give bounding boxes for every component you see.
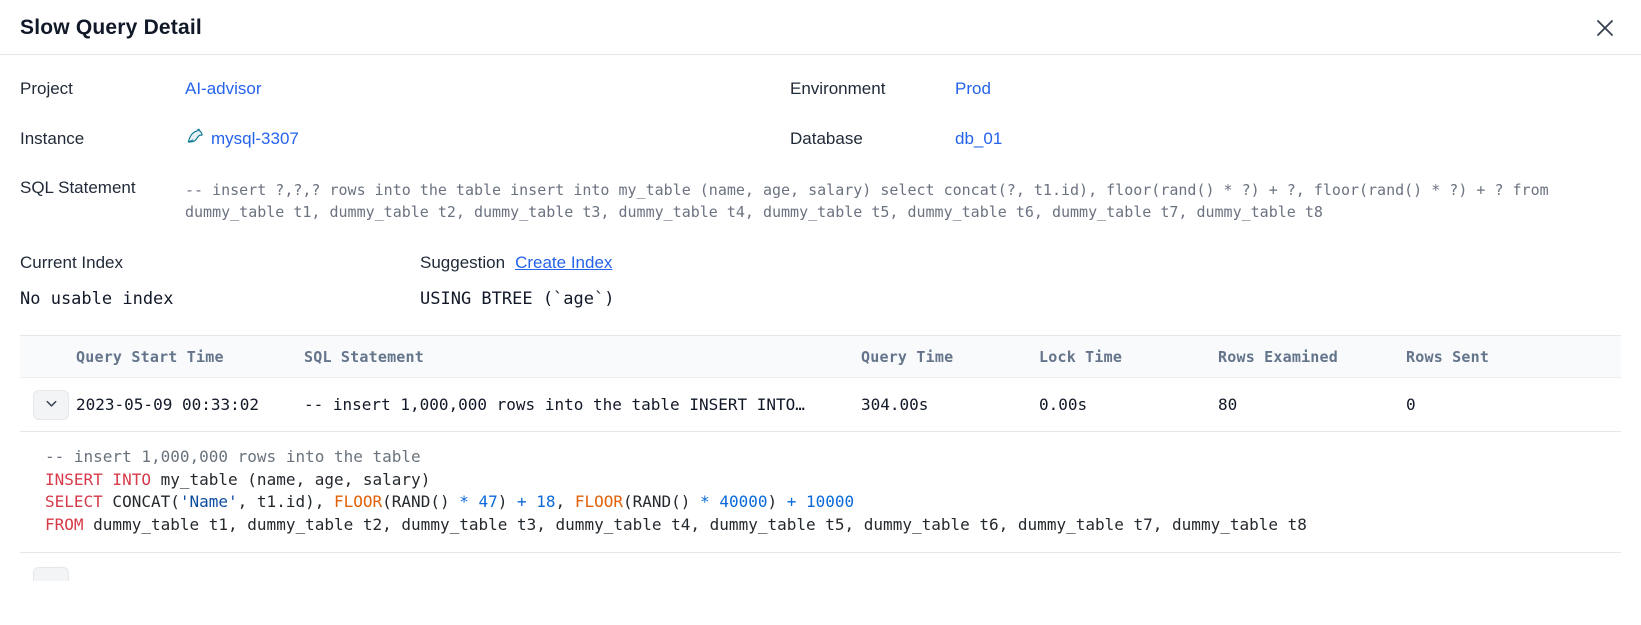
index-section: Current Index Suggestion Create Index No… — [0, 223, 1641, 309]
database-link[interactable]: db_01 — [955, 129, 1621, 149]
modal-header: Slow Query Detail — [0, 0, 1641, 55]
page-title: Slow Query Detail — [20, 16, 202, 40]
create-index-link[interactable]: Create Index — [515, 253, 612, 273]
sql-detail-line: SELECT CONCAT('Name', t1.id), FLOOR(RAND… — [45, 491, 1597, 514]
project-label: Project — [20, 79, 185, 99]
next-row-expand-button[interactable] — [33, 567, 69, 581]
cell-lock-time: 0.00s — [1039, 395, 1218, 414]
cell-query-start-time: 2023-05-09 00:33:02 — [76, 395, 304, 414]
cell-rows-examined: 80 — [1218, 395, 1406, 414]
chevron-down-icon — [44, 396, 59, 414]
mysql-dolphin-icon — [185, 126, 205, 151]
cell-query-time: 304.00s — [861, 395, 1039, 414]
current-index-value: No usable index — [20, 289, 420, 309]
table-header-row: Query Start Time SQL Statement Query Tim… — [20, 336, 1621, 378]
info-section: Project AI-advisor Environment Prod Inst… — [0, 55, 1641, 223]
sql-detail-line: INSERT INTO my_table (name, age, salary) — [45, 469, 1597, 492]
col-rows-examined: Rows Examined — [1218, 348, 1406, 366]
cell-sql-statement: -- insert 1,000,000 rows into the table … — [304, 395, 861, 414]
database-label: Database — [790, 129, 955, 149]
col-query-time: Query Time — [861, 348, 1039, 366]
environment-label: Environment — [790, 79, 955, 99]
environment-link[interactable]: Prod — [955, 79, 1621, 99]
suggestion-label: Suggestion — [420, 253, 505, 273]
current-index-label: Current Index — [20, 253, 420, 273]
sql-detail-line: -- insert 1,000,000 rows into the table — [45, 446, 1597, 469]
close-button[interactable] — [1591, 14, 1619, 42]
col-query-start-time: Query Start Time — [76, 348, 304, 366]
col-lock-time: Lock Time — [1039, 348, 1218, 366]
sql-detail-line: FROM dummy_table t1, dummy_table t2, dum… — [45, 514, 1597, 537]
col-rows-sent: Rows Sent — [1406, 348, 1621, 366]
slow-query-log-table: Query Start Time SQL Statement Query Tim… — [20, 335, 1621, 553]
expanded-sql-detail: -- insert 1,000,000 rows into the table … — [20, 432, 1621, 553]
expand-row-button[interactable] — [33, 390, 69, 420]
cell-rows-sent: 0 — [1406, 395, 1621, 414]
sql-statement-label: SQL Statement — [20, 178, 185, 198]
suggestion-value: USING BTREE (`age`) — [420, 289, 1621, 309]
instance-label: Instance — [20, 129, 185, 149]
col-sql-statement: SQL Statement — [304, 348, 861, 366]
table-row[interactable]: 2023-05-09 00:33:02 -- insert 1,000,000 … — [20, 378, 1621, 432]
project-link[interactable]: AI-advisor — [185, 79, 790, 99]
next-row-partial — [33, 567, 1641, 586]
slow-query-detail-modal: Slow Query Detail Project AI-advisor Env… — [0, 0, 1641, 586]
instance-link[interactable]: mysql-3307 — [211, 129, 299, 149]
sql-statement-text: -- insert ?,?,? rows into the table inse… — [185, 178, 1621, 223]
close-icon — [1593, 28, 1617, 43]
